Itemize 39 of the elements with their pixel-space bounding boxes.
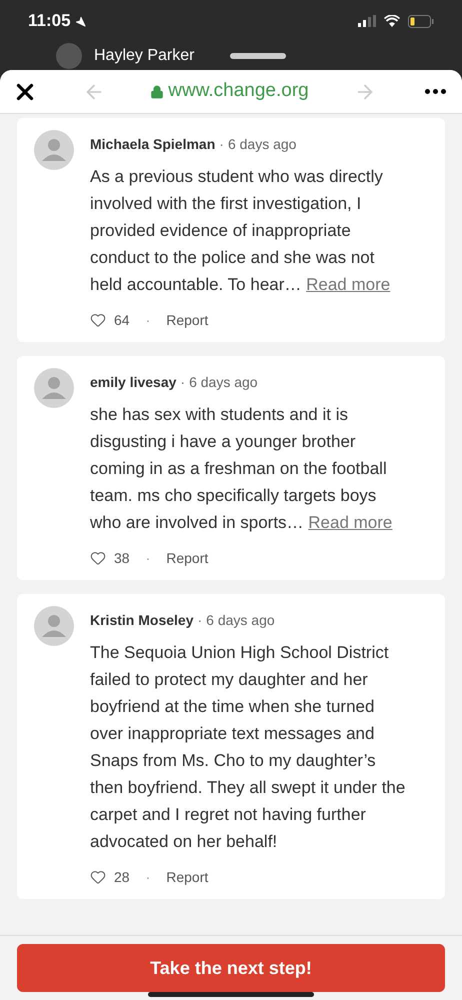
like-count: 28 xyxy=(114,868,130,887)
sheet-grabber[interactable] xyxy=(230,53,286,59)
separator-dot: · xyxy=(146,549,150,568)
next-step-button[interactable]: Take the next step! xyxy=(17,944,445,992)
comment-text: she has sex with students and it is disgusting i have a younger brother coming in as a freshman on the football team. ms cho specifically targets boys who are involved in sports… Read more xyxy=(90,404,394,534)
profile-name: Hayley Parker xyxy=(94,46,194,66)
separator-dot: · xyxy=(180,373,186,392)
location-icon xyxy=(74,16,86,26)
heart-icon[interactable] xyxy=(90,312,106,328)
wifi-icon xyxy=(384,15,400,27)
heart-icon[interactable] xyxy=(90,869,106,885)
comment-text: As a previous student who was directly involved with the first investigation, I provided evidence of inappropriate conduct to the police and she was not held accountable. To hear… Read more xyxy=(90,166,392,296)
separator-dot: · xyxy=(146,868,150,887)
separator-dot: · xyxy=(219,135,224,154)
heart-icon[interactable] xyxy=(90,550,106,566)
author-name[interactable]: Kristin Moseley xyxy=(90,610,194,631)
avatar-icon xyxy=(34,130,74,170)
report-link[interactable]: Report xyxy=(166,310,208,330)
comment-time: 6 days ago xyxy=(206,611,275,630)
comment-text: The Sequoia Union High School District failed to protect my daughter and her boyfriend at the time when she turned over inappropriate text messages and Snaps from Ms. Cho to my daughter’s then boyfriend. They all swept it under the carpet and I regret not having further advocated on her behalf! xyxy=(90,642,406,853)
battery-icon xyxy=(408,14,434,28)
avatar-icon xyxy=(34,606,74,646)
author-name[interactable]: emily livesay xyxy=(90,372,176,393)
author-name[interactable]: Michaela Spielman xyxy=(90,134,216,155)
report-link[interactable]: Report xyxy=(166,548,208,568)
report-link[interactable]: Report xyxy=(166,867,208,887)
comment-time: 6 days ago xyxy=(228,135,296,154)
status-time: 11:05 xyxy=(28,10,71,32)
profile-avatar xyxy=(56,43,82,69)
signal-icon xyxy=(358,15,376,27)
separator-dot: · xyxy=(197,611,202,630)
lock-icon xyxy=(150,84,164,98)
like-count: 38 xyxy=(114,549,130,568)
separator-dot: · xyxy=(146,311,150,330)
like-count: 64 xyxy=(114,311,130,330)
comment-time: 6 days ago xyxy=(189,373,258,392)
read-more-link[interactable]: Read more xyxy=(306,275,390,294)
avatar-icon xyxy=(34,368,74,408)
read-more-link[interactable]: Read more xyxy=(308,513,392,532)
